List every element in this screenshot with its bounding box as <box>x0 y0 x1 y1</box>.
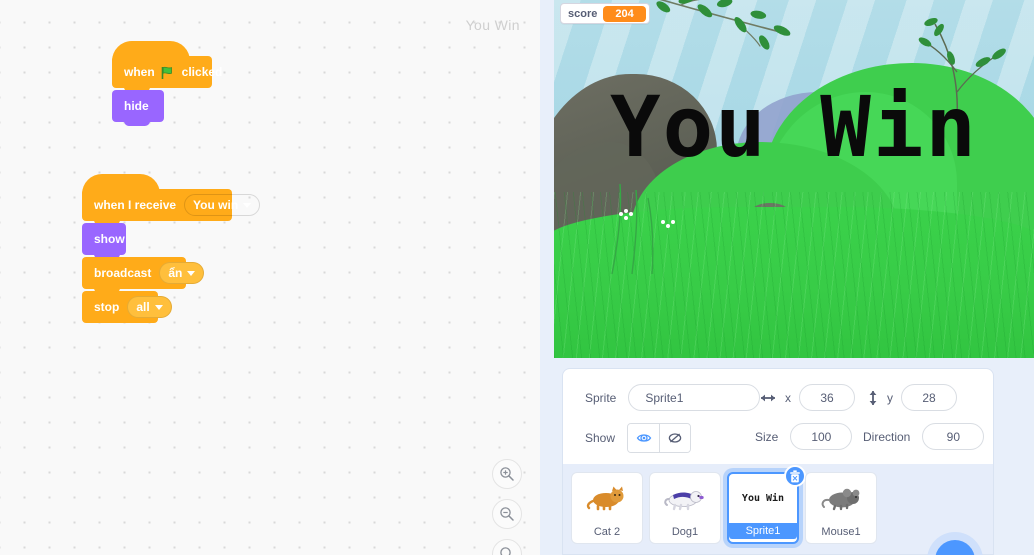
block-label-show: show <box>94 232 125 246</box>
sprite-x-label: x <box>785 390 791 405</box>
sprite-list[interactable]: Cat 2 Dog1 You Win Sprite1 Mouse1 <box>562 464 994 555</box>
sprite-card-label: Dog1 <box>671 526 699 538</box>
sprite-y-label: y <box>887 390 893 405</box>
chevron-down-icon <box>243 202 252 208</box>
sprite-x-input[interactable]: 36 <box>799 384 855 411</box>
block-hide[interactable]: hide <box>112 90 164 126</box>
cat-icon <box>586 486 624 510</box>
block-label-stop: stop <box>94 300 120 314</box>
block-label-broadcast: broadcast <box>94 266 152 280</box>
sprite-show-row: Show <box>585 423 692 453</box>
block-label-hide: hide <box>124 99 149 113</box>
chevron-down-icon <box>187 270 196 276</box>
hat-dome <box>82 174 160 194</box>
workspace-sprite-watermark: You Win <box>465 17 520 33</box>
block-when-flag-clicked[interactable]: when clicked <box>112 41 222 92</box>
zoom-reset-icon <box>500 547 511 555</box>
zoom-in-button[interactable] <box>492 459 522 489</box>
arrow-vertical-icon <box>869 390 877 405</box>
monitor-label: score <box>568 7 598 20</box>
sprite-visibility-toggle[interactable] <box>627 423 692 453</box>
workspace-zoom-controls[interactable] <box>492 459 522 555</box>
dropdown-value: You win <box>193 198 239 212</box>
sprite-thumbnail <box>572 473 642 524</box>
arrow-horizontal-icon <box>761 394 775 401</box>
dropdown-message-you-win[interactable]: You win <box>184 194 261 216</box>
workspace-scrollbar-vertical[interactable] <box>530 0 538 555</box>
zoom-out-button[interactable] <box>492 499 522 529</box>
sprite-card-dog1[interactable]: Dog1 <box>649 472 721 544</box>
hide-sprite-button[interactable] <box>659 424 691 452</box>
sprite-card-label: Cat 2 <box>593 526 621 538</box>
sprite-size-input[interactable]: 100 <box>790 423 853 450</box>
script-when-i-receive[interactable]: when I receive You win show broadcast ẩn… <box>82 174 261 323</box>
mouse-icon <box>821 488 860 510</box>
sprite-card-label: Sprite1 <box>729 523 797 539</box>
sprite-card-label: Mouse1 <box>821 526 861 538</box>
sprite-card-cat2[interactable]: Cat 2 <box>571 472 643 544</box>
sprite-direction-label: Direction <box>863 429 911 444</box>
block-label-when: when <box>124 65 155 79</box>
eye-crossed-icon <box>668 433 682 443</box>
block-stop-all[interactable]: stop all <box>82 291 172 323</box>
block-broadcast[interactable]: broadcast ẩn <box>82 257 205 293</box>
sprite-name-label: Sprite <box>585 390 617 405</box>
zoom-out-icon <box>500 507 514 521</box>
sprite-thumbnail-text: You Win <box>741 493 785 504</box>
sprite-info-panel: Sprite Sprite1 x 36 y 28 Show Size 100 D… <box>562 368 994 464</box>
add-sprite-icon <box>935 540 975 555</box>
sprite-y-input[interactable]: 28 <box>901 384 957 411</box>
stage[interactable]: score 204 You Win <box>554 0 1034 358</box>
sprite-show-label: Show <box>585 431 616 445</box>
sprite-thumbnail <box>650 473 720 524</box>
hat-dome <box>112 41 190 61</box>
dropdown-message-an[interactable]: ẩn <box>159 262 205 284</box>
dropdown-value: ẩn <box>168 266 183 280</box>
code-workspace[interactable]: You Win when clicked hide when I receive… <box>0 0 540 555</box>
stage-and-sprite-pane: score 204 You Win Sprite Sprite1 x 36 y … <box>540 0 1034 555</box>
block-label-when-i-receive: when I receive <box>94 198 177 212</box>
dropdown-value: all <box>136 300 150 314</box>
green-flag-icon <box>161 66 176 80</box>
dog-icon <box>664 490 704 510</box>
block-label-clicked: clicked <box>181 65 223 79</box>
chevron-down-icon <box>154 304 163 310</box>
sprite-size-row: Size 100 <box>755 423 853 450</box>
monitor-value: 204 <box>603 5 646 22</box>
sprite-direction-row: Direction 90 <box>863 423 985 450</box>
show-sprite-button[interactable] <box>628 424 660 452</box>
sprite-size-label: Size <box>755 429 779 444</box>
sprite-name-row: Sprite Sprite1 <box>585 384 761 411</box>
zoom-in-icon <box>500 467 514 481</box>
block-when-i-receive[interactable]: when I receive You win <box>82 174 261 225</box>
sprite-y-row: y 28 <box>867 384 957 411</box>
sprite-name-input[interactable]: Sprite1 <box>628 384 761 411</box>
add-sprite-button[interactable] <box>927 532 983 555</box>
trash-icon <box>790 469 800 482</box>
eye-icon <box>636 434 651 442</box>
backdrop-branch <box>656 0 791 50</box>
sprite-you-win-text[interactable]: You Win <box>610 85 978 169</box>
sprite-x-row: x 36 <box>759 384 855 411</box>
scratch-editor: You Win when clicked hide when I receive… <box>0 0 1034 555</box>
block-show[interactable]: show <box>82 223 126 259</box>
sprite-card-mouse1[interactable]: Mouse1 <box>805 472 877 544</box>
script-when-flag-clicked[interactable]: when clicked hide <box>112 41 222 126</box>
sprite-thumbnail <box>806 473 876 524</box>
sprite-card-sprite1[interactable]: You Win Sprite1 <box>727 465 806 544</box>
variable-monitor-score[interactable]: score 204 <box>560 3 650 24</box>
dropdown-stop-option[interactable]: all <box>127 296 172 318</box>
zoom-reset-button[interactable] <box>492 539 522 555</box>
sprite-direction-input[interactable]: 90 <box>922 423 985 450</box>
delete-sprite-button[interactable] <box>784 465 806 487</box>
stage-wrapper: score 204 You Win <box>554 0 1034 358</box>
